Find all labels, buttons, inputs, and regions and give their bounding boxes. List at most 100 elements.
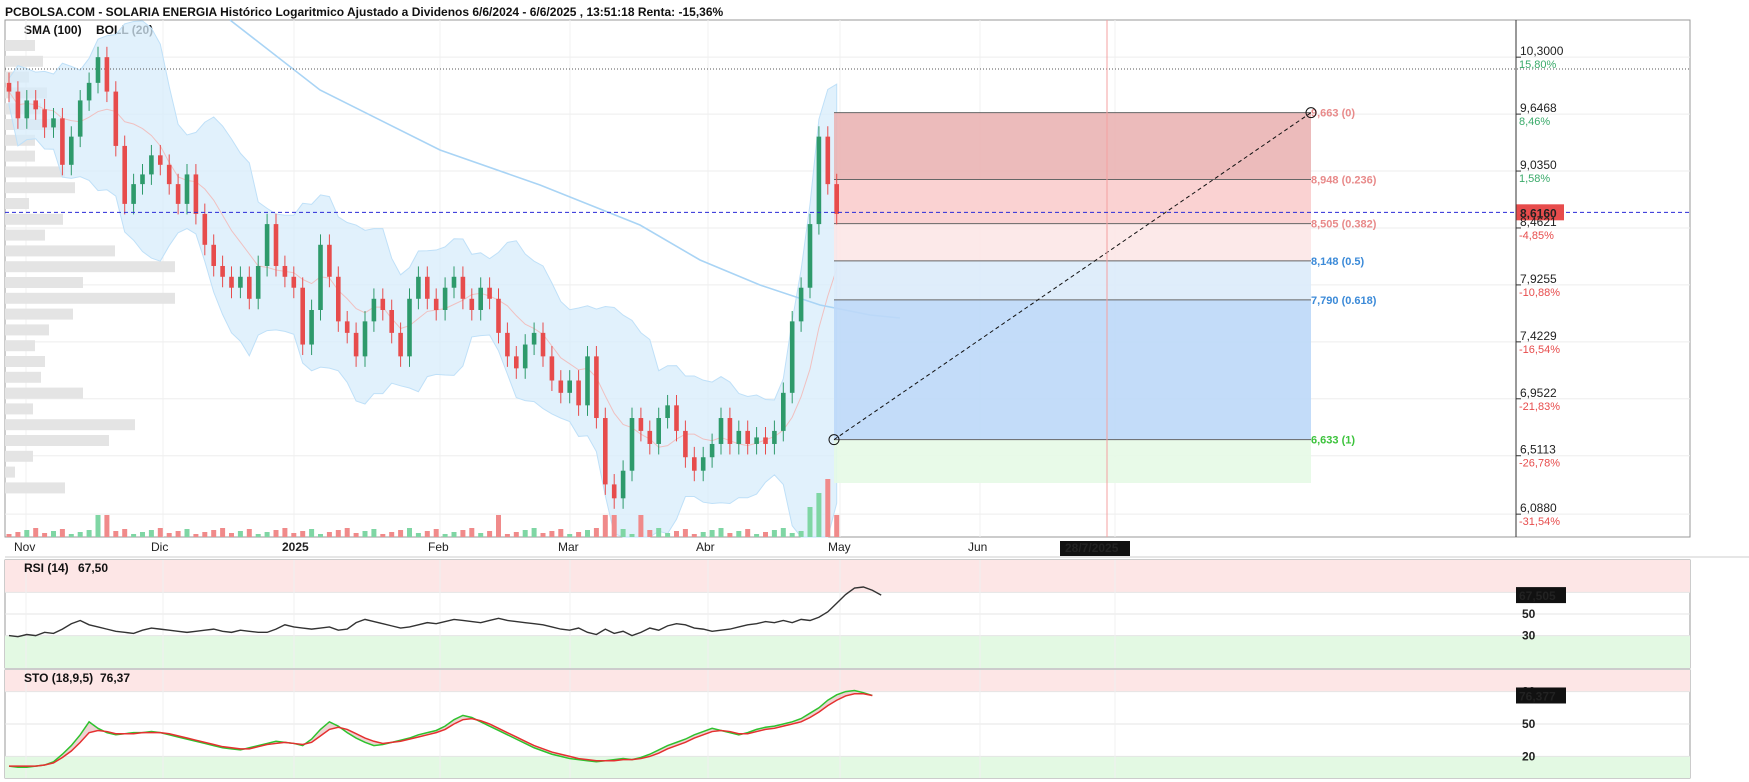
volume-bar [59,529,65,537]
volume-bar [558,529,564,537]
candle-body [522,344,528,369]
candle-body [585,356,590,406]
volume-bar [531,528,537,537]
candle-body [238,276,243,288]
sma-legend: SMA (100) [24,23,82,37]
sto-title: STO (18,9,5) [24,671,93,685]
sto-level-label: 50 [1522,717,1536,731]
rsi-level-label: 50 [1522,607,1536,621]
rsi-level-label: 30 [1522,629,1536,643]
volume-profile-bar [5,450,33,462]
volume-bar [424,531,430,537]
candle-body [487,287,492,299]
candle-body [798,287,804,322]
fib-level-label: 7,790 (0.618) [1311,295,1377,307]
y-tick-label: 6,9522 [1520,386,1557,400]
volume-bar [68,534,74,537]
volume-bar [700,532,706,537]
fib-zone [834,179,1311,224]
volume-profile-bar [5,340,35,352]
candle-body [567,380,572,393]
candle-body [220,265,225,277]
volume-profile-bar [5,403,33,415]
volume-bar [727,533,733,537]
candle-body [309,309,314,345]
candle-body [113,91,119,146]
volume-bar [282,528,288,537]
candle-body [255,265,261,299]
sto-value: 76,37 [100,671,130,685]
volume-bar [255,534,261,537]
candle-body [433,298,439,310]
candle-body [273,224,279,266]
candle-body [460,276,466,299]
volume-bar [398,530,404,537]
candle-body [95,57,101,83]
candle-body [184,174,190,204]
candle-body [745,430,750,444]
volume-bar [148,530,154,537]
volume-profile-bar [5,387,83,399]
volume-bar [789,533,795,537]
rsi-value: 67,50 [78,561,108,575]
volume-bar [220,528,226,537]
candle-body [398,332,403,357]
candle-body [371,298,377,322]
volume-profile-bar [5,182,75,194]
volume-bar [487,531,493,537]
volume-bar [353,533,359,537]
fib-level-label: 8,948 (0.236) [1311,174,1377,186]
y-tick-pct: -10,88% [1519,287,1560,299]
candle-body [514,356,519,369]
volume-bar [763,532,768,537]
candle-body [69,136,74,165]
candle-body [611,484,617,499]
volume-bar [6,534,12,537]
candle-body [353,332,359,357]
volume-bar [771,530,777,537]
candle-body [549,356,555,381]
volume-bar [540,533,546,537]
volume-bar [344,528,350,537]
sto-last-label: 76,377 [1519,689,1556,703]
y-tick-pct: -21,83% [1519,401,1560,413]
volume-bar [131,534,137,537]
candle-body [24,100,30,119]
volume-bar [202,532,208,537]
volume-profile-bar [5,308,73,320]
x-tick-label: Jun [968,540,987,554]
candle-body [789,321,795,393]
volume-bar [504,534,510,537]
volume-bar [211,530,217,537]
y-tick-label: 9,6468 [1520,101,1557,115]
candle-body [505,332,510,357]
candle-body [683,430,688,458]
candle-body [42,109,47,128]
sto-oversold-zone [5,756,1690,778]
candle-body [665,405,670,419]
volume-bar [451,532,457,537]
candle-body [86,82,92,101]
candle-body [451,276,457,288]
candle-body [6,82,12,92]
candle-body [816,136,822,225]
candle-body [718,418,724,444]
candle-body [175,184,181,204]
volume-bar [42,533,48,537]
volume-bar [157,528,163,537]
volume-bar [656,528,662,537]
volume-bar [237,531,243,537]
volume-bar [682,529,688,537]
volume-bar [674,531,679,537]
volume-bar [691,534,697,537]
candle-body [229,276,234,288]
candle-body [407,298,412,357]
candle-body [202,213,208,245]
candle-body [656,418,661,444]
volume-bar [246,529,252,537]
chart-svg: SMA (100) BOLL (20) 9,663 (0)8,948 (0.23… [4,5,1749,779]
volume-bar [834,515,840,537]
candle-body [834,184,839,214]
candle-body [336,276,341,322]
candle-body [754,437,759,444]
